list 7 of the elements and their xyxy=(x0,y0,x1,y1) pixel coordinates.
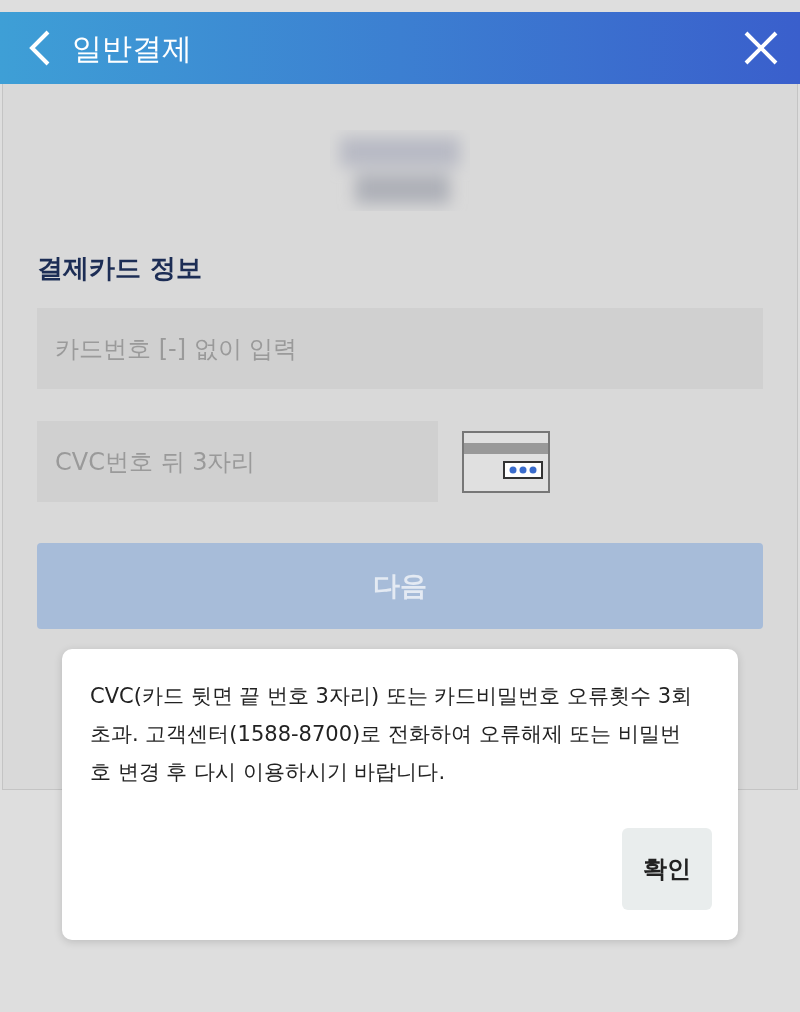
back-icon[interactable] xyxy=(28,29,52,67)
confirm-button[interactable]: 확인 xyxy=(622,828,712,910)
header-title: 일반결제 xyxy=(72,29,192,68)
card-icon xyxy=(462,430,550,493)
error-message: CVC(카드 뒷면 끝 번호 3자리) 또는 카드비밀번호 오류횟수 3회 초과. 고객센터(1588-8700)로 전화하여 오류해제 또는 비밀번호 변경 후 다시 이용하시기 바랍니다. xyxy=(90,683,694,786)
section-heading: 결제카드 정보 xyxy=(37,252,204,285)
close-icon[interactable] xyxy=(744,31,778,65)
